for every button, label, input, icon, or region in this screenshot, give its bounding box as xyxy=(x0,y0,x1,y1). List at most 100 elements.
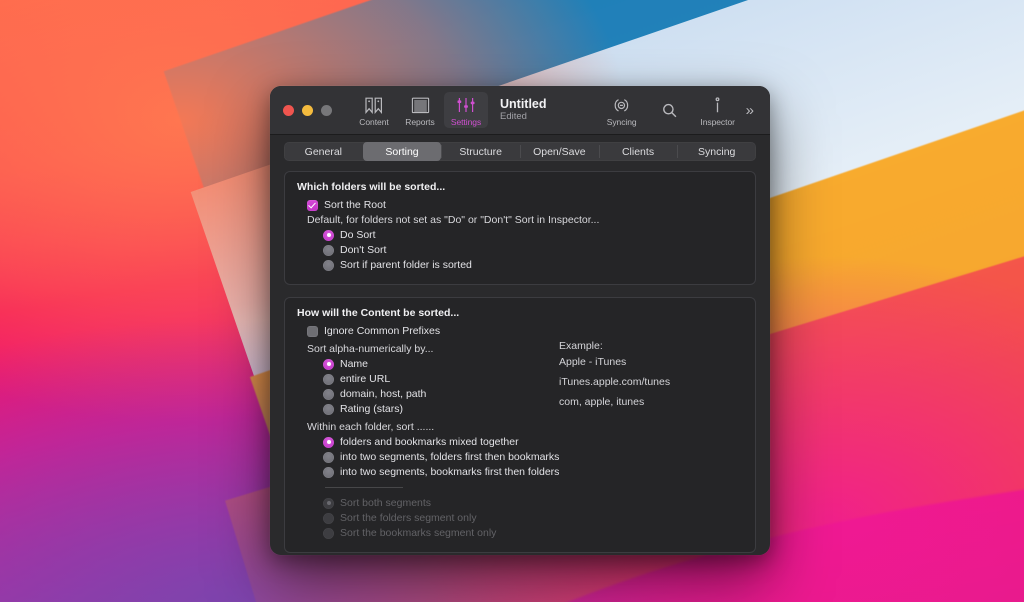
tab-general[interactable]: General xyxy=(284,142,363,161)
radio-row-bookmarks-first[interactable]: into two segments, bookmarks first then … xyxy=(323,466,743,478)
within-each-folder-label: Within each folder, sort ...... xyxy=(307,421,435,433)
radio-row-mixed-together[interactable]: folders and bookmarks mixed together xyxy=(323,436,743,448)
toolbar-item-label: Inspector xyxy=(700,117,735,127)
toolbar-item-label: Settings xyxy=(450,117,482,127)
radio-row-sort-folders-segment-only: Sort the folders segment only xyxy=(323,512,743,524)
toolbar-item-label: Content xyxy=(359,117,389,127)
radio-row-domain-host-path[interactable]: domain, host, path xyxy=(323,388,559,400)
panel-title: Which folders will be sorted... xyxy=(297,181,446,193)
toolbar-item-label: Syncing xyxy=(606,117,637,127)
toolbar-item-syncing[interactable]: Syncing xyxy=(598,92,646,128)
desktop-wallpaper: Content Reports Settings Untitled Edited… xyxy=(0,0,1024,602)
panel-which-folders: Which folders will be sorted... Sort the… xyxy=(284,171,756,285)
radio-row-do-sort[interactable]: Do Sort xyxy=(323,229,743,241)
traffic-light-buttons xyxy=(283,104,332,116)
tab-syncing[interactable]: Syncing xyxy=(677,142,756,161)
sync-icon xyxy=(612,94,631,116)
radio-sort-folders-segment-only xyxy=(323,512,334,524)
radio-row-name[interactable]: Name xyxy=(323,358,559,370)
search-icon xyxy=(661,99,678,121)
toolbar-right-items: Syncing Inspector » xyxy=(598,92,770,128)
radio-name[interactable] xyxy=(323,358,334,370)
radio-label: Name xyxy=(340,358,369,370)
document-title-block: Untitled Edited xyxy=(500,97,547,123)
checkbox-sort-the-root[interactable] xyxy=(307,199,318,211)
checkbox-label: Ignore Common Prefixes xyxy=(324,325,441,337)
panel-title: How will the Content be sorted... xyxy=(297,307,460,319)
radio-sort-both-segments xyxy=(323,497,334,509)
settings-body: Which folders will be sorted... Sort the… xyxy=(270,169,770,555)
radio-bookmarks-first[interactable] xyxy=(323,466,334,478)
reports-icon xyxy=(411,94,430,116)
example-line-domain: com, apple, itunes xyxy=(559,395,645,408)
radio-row-sort-if-parent-sorted[interactable]: Sort if parent folder is sorted xyxy=(323,259,743,271)
checkbox-ignore-common-prefixes[interactable] xyxy=(307,325,318,337)
radio-sort-if-parent-sorted[interactable] xyxy=(323,259,334,271)
toolbar-item-inspector[interactable]: Inspector xyxy=(694,92,742,128)
toolbar-overflow-chevron-icon[interactable]: » xyxy=(742,103,762,118)
radio-label: into two segments, folders first then bo… xyxy=(340,451,560,463)
example-heading: Example: xyxy=(559,340,603,352)
window-toolbar: Content Reports Settings Untitled Edited… xyxy=(270,86,770,135)
radio-label: into two segments, bookmarks first then … xyxy=(340,466,560,478)
radio-entire-url[interactable] xyxy=(323,373,334,385)
radio-label: domain, host, path xyxy=(340,388,427,400)
radio-label: entire URL xyxy=(340,373,391,385)
radio-domain-host-path[interactable] xyxy=(323,388,334,400)
sliders-icon xyxy=(456,94,476,116)
sort-by-label: Sort alpha-numerically by... xyxy=(307,343,434,355)
radio-mixed-together[interactable] xyxy=(323,436,334,448)
tab-sorting[interactable]: Sorting xyxy=(362,142,442,161)
default-note-text: Default, for folders not set as "Do" or … xyxy=(307,214,600,226)
example-line-name: Apple - iTunes xyxy=(559,355,627,368)
radio-label: Do Sort xyxy=(340,229,376,241)
document-status: Edited xyxy=(500,111,527,123)
toolbar-item-label: Reports xyxy=(405,117,435,127)
radio-label: Sort both segments xyxy=(340,497,432,509)
tab-bar-container: General Sorting Structure Open/Save Clie… xyxy=(270,135,770,169)
radio-rating-stars[interactable] xyxy=(323,403,334,415)
radio-label: Sort the folders segment only xyxy=(340,512,477,524)
checkbox-row-sort-the-root[interactable]: Sort the Root xyxy=(307,199,743,211)
example-column: Example: Apple - iTunes iTunes.apple.com… xyxy=(559,340,670,418)
radio-label: folders and bookmarks mixed together xyxy=(340,436,519,448)
tab-open-save[interactable]: Open/Save xyxy=(520,142,599,161)
sort-by-and-example-columns: Sort alpha-numerically by... Name entire… xyxy=(297,340,743,418)
toolbar-item-reports[interactable]: Reports xyxy=(398,92,442,128)
segment-options-group-disabled: Sort both segments Sort the folders segm… xyxy=(297,497,743,539)
radio-row-folders-first[interactable]: into two segments, folders first then bo… xyxy=(323,451,743,463)
radio-dont-sort[interactable] xyxy=(323,244,334,256)
minimize-button[interactable] xyxy=(302,104,313,116)
radio-label: Don't Sort xyxy=(340,244,387,256)
section-divider xyxy=(325,487,403,488)
radio-row-sort-both-segments: Sort both segments xyxy=(323,497,743,509)
zoom-button[interactable] xyxy=(321,104,332,116)
radio-label: Sort if parent folder is sorted xyxy=(340,259,472,271)
toolbar-item-content[interactable]: Content xyxy=(352,92,396,128)
close-button[interactable] xyxy=(283,104,294,116)
toolbar-item-settings[interactable]: Settings xyxy=(444,92,488,128)
tab-clients[interactable]: Clients xyxy=(598,142,678,161)
bookmarks-icon xyxy=(364,94,384,116)
checkbox-label: Sort the Root xyxy=(324,199,386,211)
radio-row-entire-url[interactable]: entire URL xyxy=(323,373,559,385)
panel-how-content-sorted: How will the Content be sorted... Ignore… xyxy=(284,297,756,553)
segmented-tab-bar: General Sorting Structure Open/Save Clie… xyxy=(284,142,756,161)
radio-label: Sort the bookmarks segment only xyxy=(340,527,497,539)
checkbox-row-ignore-common-prefixes[interactable]: Ignore Common Prefixes xyxy=(307,325,743,337)
radio-row-dont-sort[interactable]: Don't Sort xyxy=(323,244,743,256)
radio-sort-bookmarks-segment-only xyxy=(323,527,334,539)
example-line-url: iTunes.apple.com/tunes xyxy=(559,375,671,388)
radio-label: Rating (stars) xyxy=(340,403,404,415)
info-icon xyxy=(711,94,724,116)
application-window: Content Reports Settings Untitled Edited… xyxy=(270,86,770,555)
radio-row-rating-stars[interactable]: Rating (stars) xyxy=(323,403,559,415)
document-title: Untitled xyxy=(500,96,547,111)
sort-by-column: Sort alpha-numerically by... Name entire… xyxy=(297,340,559,418)
radio-folders-first[interactable] xyxy=(323,451,334,463)
toolbar-left-items: Content Reports Settings xyxy=(352,92,488,128)
tab-structure[interactable]: Structure xyxy=(441,142,520,161)
toolbar-item-search[interactable] xyxy=(646,97,694,123)
radio-do-sort[interactable] xyxy=(323,229,334,241)
radio-row-sort-bookmarks-segment-only: Sort the bookmarks segment only xyxy=(323,527,743,539)
